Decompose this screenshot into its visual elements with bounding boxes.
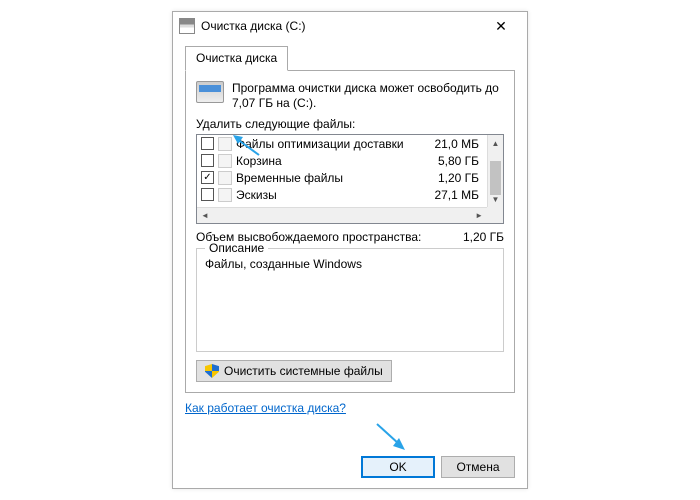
scroll-down-icon: ▼: [488, 191, 503, 207]
tab-strip: Очистка диска: [185, 46, 515, 71]
file-size: 27,1 МБ: [423, 188, 483, 202]
client-area: Очистка диска Программа очистки диска мо…: [173, 40, 527, 425]
description-title: Описание: [205, 241, 268, 255]
ok-button[interactable]: OK: [361, 456, 435, 478]
uac-shield-icon: [205, 364, 219, 378]
vertical-scroll-thumb[interactable]: [490, 161, 501, 195]
scroll-left-icon: ◄: [201, 211, 209, 220]
horizontal-scrollbar[interactable]: ◄ ►: [197, 207, 487, 223]
scroll-right-icon: ►: [475, 211, 483, 220]
file-icon: [218, 188, 232, 202]
disk-icon: [196, 81, 224, 103]
titlebar[interactable]: Очистка диска (C:) ✕: [173, 12, 527, 40]
disk-cleanup-app-icon: [179, 18, 195, 34]
file-icon: [218, 171, 232, 185]
scroll-up-icon: ▲: [488, 135, 503, 151]
close-icon: ✕: [495, 18, 507, 35]
tab-disk-cleanup[interactable]: Очистка диска: [185, 46, 288, 71]
info-row: Программа очистки диска может освободить…: [196, 81, 504, 111]
info-text: Программа очистки диска может освободить…: [232, 81, 504, 111]
files-to-delete-label: Удалить следующие файлы:: [196, 117, 504, 131]
file-icon: [218, 154, 232, 168]
file-size: 1,20 ГБ: [423, 171, 483, 185]
files-list-inner: Файлы оптимизации доставки 21,0 МБ Корзи…: [197, 135, 487, 207]
help-link[interactable]: Как работает очистка диска?: [185, 401, 346, 415]
annotation-arrow-icon: [375, 422, 407, 452]
dialog-footer: OK Отмена: [361, 456, 515, 478]
file-label: Корзина: [236, 154, 423, 168]
file-label: Временные файлы: [236, 171, 423, 185]
disk-cleanup-window: Очистка диска (C:) ✕ Очистка диска Прогр…: [172, 11, 528, 489]
window-title: Очистка диска (C:): [201, 19, 481, 33]
file-row[interactable]: Файлы оптимизации доставки 21,0 МБ: [197, 135, 487, 152]
file-checkbox[interactable]: [201, 154, 214, 167]
description-text: Файлы, созданные Windows: [205, 257, 495, 271]
close-button[interactable]: ✕: [481, 14, 521, 38]
file-checkbox[interactable]: [201, 188, 214, 201]
clean-system-files-label: Очистить системные файлы: [224, 364, 383, 378]
description-group: Описание Файлы, созданные Windows: [196, 248, 504, 352]
file-checkbox[interactable]: ✓: [201, 171, 214, 184]
total-value: 1,20 ГБ: [463, 230, 504, 244]
file-label: Файлы оптимизации доставки: [236, 137, 423, 151]
file-row[interactable]: Эскизы 27,1 МБ: [197, 186, 487, 203]
scroll-corner: [487, 207, 503, 223]
vertical-scrollbar[interactable]: ▲ ▼: [487, 135, 503, 207]
file-icon: [218, 137, 232, 151]
cancel-button[interactable]: Отмена: [441, 456, 515, 478]
file-row[interactable]: ✓ Временные файлы 1,20 ГБ: [197, 169, 487, 186]
file-size: 21,0 МБ: [423, 137, 483, 151]
file-size: 5,80 ГБ: [423, 154, 483, 168]
file-checkbox[interactable]: [201, 137, 214, 150]
file-row[interactable]: Корзина 5,80 ГБ: [197, 152, 487, 169]
files-listview[interactable]: Файлы оптимизации доставки 21,0 МБ Корзи…: [196, 134, 504, 224]
file-label: Эскизы: [236, 188, 423, 202]
tab-panel: Программа очистки диска может освободить…: [185, 71, 515, 393]
clean-system-files-button[interactable]: Очистить системные файлы: [196, 360, 392, 382]
